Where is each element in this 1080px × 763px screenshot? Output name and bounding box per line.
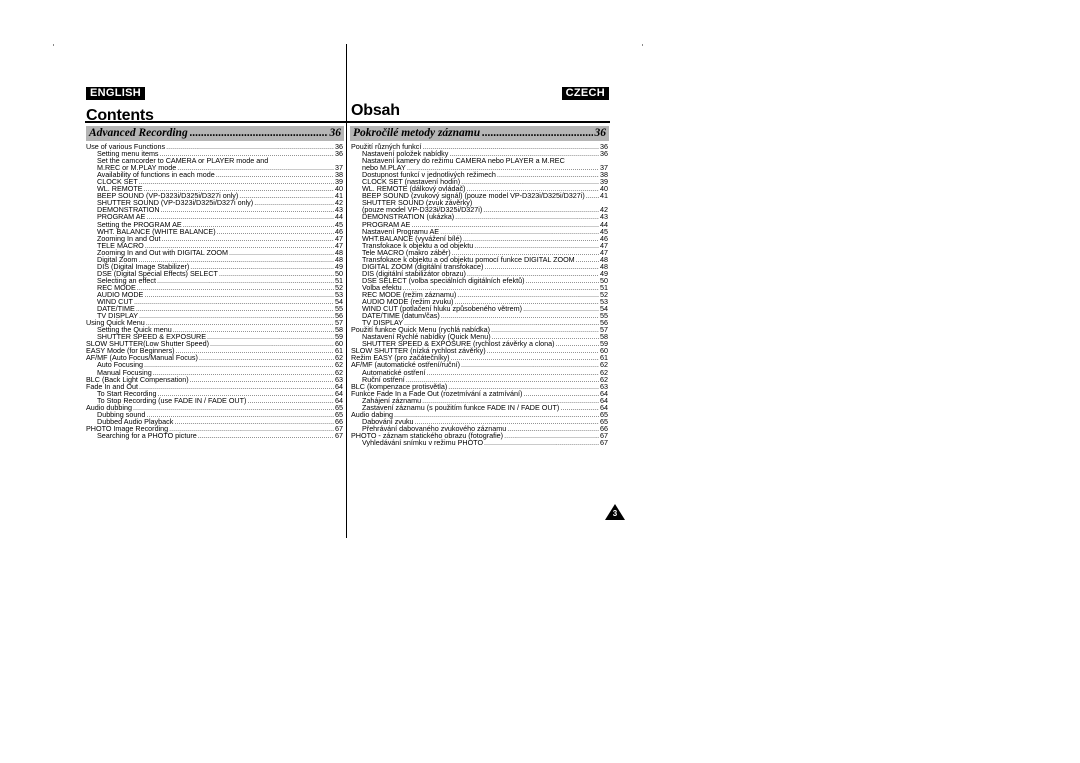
column-divider (346, 44, 347, 538)
dot-leader: ........................................… (483, 206, 599, 214)
dot-leader: ........................................… (146, 410, 334, 418)
dot-leader: ........................................… (482, 127, 593, 139)
dot-leader: ........................................… (157, 276, 334, 284)
dot-leader: ........................................… (461, 361, 599, 369)
dot-leader: ........................................… (135, 305, 334, 313)
dot-leader: ........................................… (457, 290, 599, 299)
toc-list-english: Use of various Functions................… (86, 143, 343, 439)
dot-leader: ........................................… (507, 424, 599, 432)
page-title-english: Contents (86, 107, 154, 124)
dot-leader: ........................................… (504, 431, 599, 439)
crop-mark-left (53, 44, 54, 46)
dot-leader: ........................................… (198, 354, 334, 362)
czech-header: CZECH Obsah (351, 83, 609, 122)
dot-leader: ........................................… (496, 171, 599, 179)
toc-entry[interactable]: Vyhledávání snímku v režimu PHOTO.......… (351, 439, 608, 446)
crop-mark-right (642, 44, 643, 46)
dot-leader: ........................................… (144, 290, 334, 299)
dot-leader: ........................................… (197, 431, 334, 439)
toc-entry-page: 67 (600, 437, 608, 447)
dot-leader: ........................................… (139, 312, 334, 320)
dot-leader: ........................................… (555, 340, 599, 348)
dot-leader: ........................................… (247, 396, 334, 404)
dot-leader: ........................................… (523, 305, 599, 313)
section-label: Advanced Recording (89, 127, 188, 139)
dot-leader: ........................................… (484, 438, 599, 447)
dot-leader: ........................................… (138, 382, 334, 390)
dot-leader: ........................................… (133, 298, 334, 306)
toc-entry-page: 41 (600, 191, 608, 201)
toc-entry-page: 36 (600, 149, 608, 159)
dot-leader: ........................................… (143, 361, 334, 369)
toc-entry-page: 36 (335, 149, 343, 159)
dot-leader: ........................................… (254, 199, 334, 207)
dot-leader: ........................................… (525, 276, 599, 284)
dot-leader: ........................................… (138, 178, 334, 186)
dot-leader: ........................................… (440, 312, 599, 320)
dot-leader: ........................................… (560, 403, 599, 411)
dot-leader: ........................................… (239, 192, 334, 200)
english-header: ENGLISH Contents (86, 83, 344, 127)
dot-leader: ........................................… (216, 227, 334, 235)
page-title-czech: Obsah (351, 102, 400, 119)
toc-entry-title: Searching for a PHOTO picture (97, 430, 197, 440)
language-badge-english: ENGLISH (86, 87, 145, 100)
dot-leader: ........................................… (491, 326, 599, 334)
dot-leader: ........................................… (484, 262, 599, 270)
dot-leader: ........................................… (393, 410, 599, 418)
language-badge-czech: CZECH (561, 87, 609, 100)
dot-leader: ........................................… (422, 143, 599, 151)
page-number: 3 (612, 509, 618, 518)
dot-leader: ........................................… (461, 178, 599, 186)
toc-entry[interactable]: Searching for a PHOTO picture...........… (86, 432, 343, 439)
dot-leader: ........................................… (207, 333, 334, 341)
dot-leader: ........................................… (474, 241, 599, 249)
dot-leader: ........................................… (136, 283, 334, 291)
dot-leader: ........................................… (585, 192, 599, 200)
dot-leader: ........................................… (462, 234, 599, 242)
section-page: 36 (594, 127, 607, 139)
toc-entry-title: Vyhledávání snímku v režimu PHOTO (362, 437, 484, 447)
dot-leader: ........................................… (486, 347, 599, 355)
dot-leader: ........................................… (440, 227, 599, 235)
page-number-badge: 3 (605, 504, 625, 520)
dot-leader: ........................................… (455, 213, 599, 221)
dot-leader: ........................................… (189, 127, 328, 139)
dot-leader: ........................................… (426, 368, 599, 376)
section-label: Pokročilé metody záznamu (353, 127, 481, 139)
dot-leader: ........................................… (411, 220, 599, 228)
dot-leader: ........................................… (132, 403, 334, 411)
section-heading-czech[interactable]: Pokročilé metody záznamu ...............… (350, 126, 609, 141)
dot-leader: ........................................… (189, 375, 334, 383)
dot-leader: ........................................… (174, 417, 334, 425)
section-page: 36 (329, 127, 342, 139)
dot-leader: ........................................… (215, 171, 334, 179)
toc-entry-page: 67 (335, 430, 343, 440)
dot-leader: ........................................… (175, 347, 334, 355)
dot-leader: ........................................… (218, 269, 334, 277)
dot-leader: ........................................… (166, 143, 334, 151)
dot-leader: ........................................… (575, 255, 599, 263)
dot-leader: ........................................… (210, 340, 334, 348)
dot-leader: ........................................… (523, 389, 599, 397)
dot-leader: ........................................… (229, 248, 334, 256)
dot-leader: ........................................… (145, 319, 334, 327)
section-heading-english[interactable]: Advanced Recording .....................… (86, 126, 344, 141)
dot-leader: ........................................… (450, 354, 599, 362)
dot-leader: ........................................… (161, 234, 334, 242)
toc-list-czech: Použití různých funkcí..................… (351, 143, 608, 446)
dot-leader: ........................................… (160, 206, 334, 214)
